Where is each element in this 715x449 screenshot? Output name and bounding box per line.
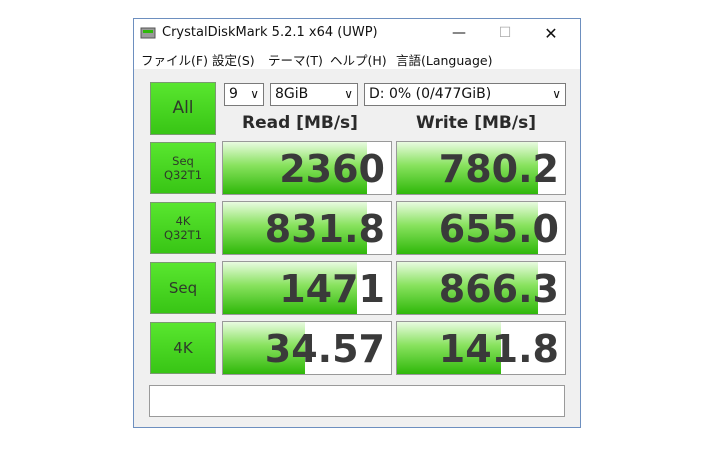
minimize-button[interactable]: — <box>436 19 482 47</box>
menu-settings[interactable]: 設定(S) <box>212 50 255 69</box>
close-button[interactable]: ✕ <box>528 19 574 47</box>
app-disk-icon <box>140 27 156 39</box>
4k-q32t1-write-value: 655.0 <box>438 207 559 251</box>
test-count-select[interactable]: 9 ∨ <box>224 83 264 106</box>
drive-select[interactable]: D: 0% (0/477GiB) ∨ <box>364 83 566 106</box>
menu-file[interactable]: ファイル(F) <box>141 50 208 69</box>
maximize-button[interactable]: ☐ <box>482 19 528 47</box>
all-button[interactable]: All <box>150 82 216 135</box>
4k-read-cell: 34.57 <box>222 321 392 375</box>
seq-q32t1-read-value: 2360 <box>279 147 385 191</box>
drive-value: D: 0% (0/477GiB) <box>369 86 492 102</box>
menu-help[interactable]: ヘルプ(H) <box>330 50 387 69</box>
chevron-down-icon: ∨ <box>250 87 259 101</box>
4k-q32t1-button[interactable]: 4K Q32T1 <box>150 202 216 254</box>
menu-theme[interactable]: テーマ(T) <box>268 50 323 69</box>
write-header: Write [MB/s] <box>416 113 536 133</box>
seq-q32t1-read-cell: 2360 <box>222 141 392 195</box>
seq-read-value: 1471 <box>279 267 385 311</box>
4k-write-value: 141.8 <box>438 327 559 371</box>
4k-read-value: 34.57 <box>264 327 385 371</box>
title-bar[interactable]: CrystalDiskMark 5.2.1 x64 (UWP) — ☐ ✕ <box>134 19 580 47</box>
read-header: Read [MB/s] <box>242 113 358 133</box>
4k-q32t1-read-value: 831.8 <box>264 207 385 251</box>
seq-read-cell: 1471 <box>222 261 392 315</box>
test-size-value: 8GiB <box>275 86 309 102</box>
seq-button[interactable]: Seq <box>150 262 216 314</box>
4k-q32t1-read-cell: 831.8 <box>222 201 392 255</box>
4k-q32t1-write-cell: 655.0 <box>396 201 566 255</box>
app-window: CrystalDiskMark 5.2.1 x64 (UWP) — ☐ ✕ ファ… <box>133 18 581 428</box>
seq-write-value: 866.3 <box>438 267 559 311</box>
seq-q32t1-write-cell: 780.2 <box>396 141 566 195</box>
4k-button[interactable]: 4K <box>150 322 216 374</box>
comment-field[interactable] <box>149 385 565 417</box>
test-count-value: 9 <box>229 86 238 102</box>
seq-q32t1-button[interactable]: Seq Q32T1 <box>150 142 216 194</box>
seq-q32t1-write-value: 780.2 <box>438 147 559 191</box>
menu-bar: ファイル(F) 設定(S) テーマ(T) ヘルプ(H) 言語(Language) <box>134 47 580 69</box>
chevron-down-icon: ∨ <box>344 87 353 101</box>
test-size-select[interactable]: 8GiB ∨ <box>270 83 358 106</box>
seq-write-cell: 866.3 <box>396 261 566 315</box>
window-title: CrystalDiskMark 5.2.1 x64 (UWP) <box>162 25 378 40</box>
chevron-down-icon: ∨ <box>552 87 561 101</box>
menu-language[interactable]: 言語(Language) <box>396 50 492 69</box>
4k-write-cell: 141.8 <box>396 321 566 375</box>
